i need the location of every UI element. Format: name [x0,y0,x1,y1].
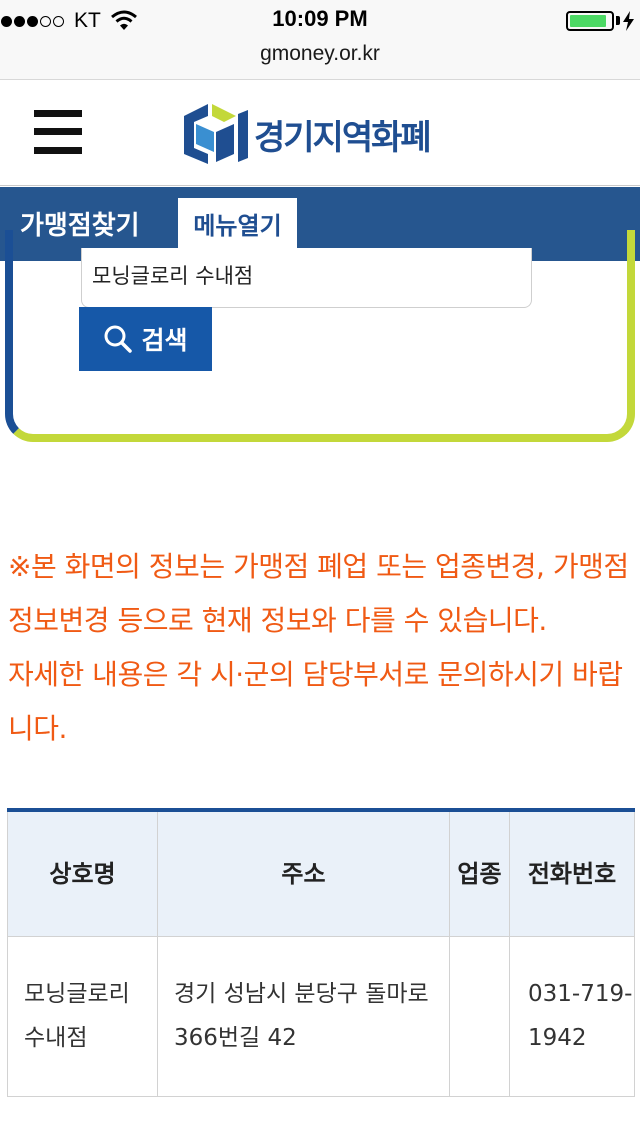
cell-store-name: 모닝글로리 수내점 [7,935,158,1097]
header-store-name: 상호명 [7,809,158,937]
search-input[interactable]: 모닝글로리 수내점 [81,248,532,308]
header-phone: 전화번호 [509,809,635,937]
gyeonggi-logo-icon [184,104,248,164]
search-button-label: 검색 [141,326,188,355]
site-logo[interactable]: 경기지역화폐 [178,102,432,166]
notice-text: ※본 화면의 정보는 가맹점 폐업 또는 업종변경, 가맹점 정보변경 등으로 … [8,540,632,756]
address-bar[interactable]: gmoney.or.kr [0,42,640,66]
site-header: 경기지역화폐 [0,80,640,186]
charging-bolt-icon [623,11,634,31]
battery-icon [566,11,614,31]
notice-detail: 자세한 내용은 각 시·군의 담당부서로 문의하시기 바랍니다. [8,658,623,745]
header-address: 주소 [157,809,450,937]
table-header-row: 상호명 주소 업종 전화번호 [7,809,635,937]
search-button[interactable]: 검색 [79,307,212,371]
battery-tip [616,16,620,25]
logo-text: 경기지역화폐 [254,117,432,158]
search-panel: 모닝글로리 수내점 검색 [5,230,635,442]
cell-address: 경기 성남시 분당구 돌마로366번길 42 [157,935,450,1097]
cell-category [449,935,510,1097]
hamburger-icon[interactable] [34,110,82,154]
results-table: 상호명 주소 업종 전화번호 모닝글로리 수내점 경기 성남시 분당구 돌마로3… [7,808,635,1097]
search-icon [104,325,133,353]
header-category: 업종 [449,809,510,937]
battery-level [570,15,606,27]
table-row[interactable]: 모닝글로리 수내점 경기 성남시 분당구 돌마로366번길 42 031-719… [7,935,635,1097]
status-bar: KT 10:09 PM gmoney.or.kr [0,0,640,80]
clock: 10:09 PM [272,6,368,31]
cell-phone[interactable]: 031-719-1942 [509,935,635,1097]
notice-main: ※본 화면의 정보는 가맹점 폐업 또는 업종변경, 가맹점 정보변경 등으로 … [8,550,629,637]
